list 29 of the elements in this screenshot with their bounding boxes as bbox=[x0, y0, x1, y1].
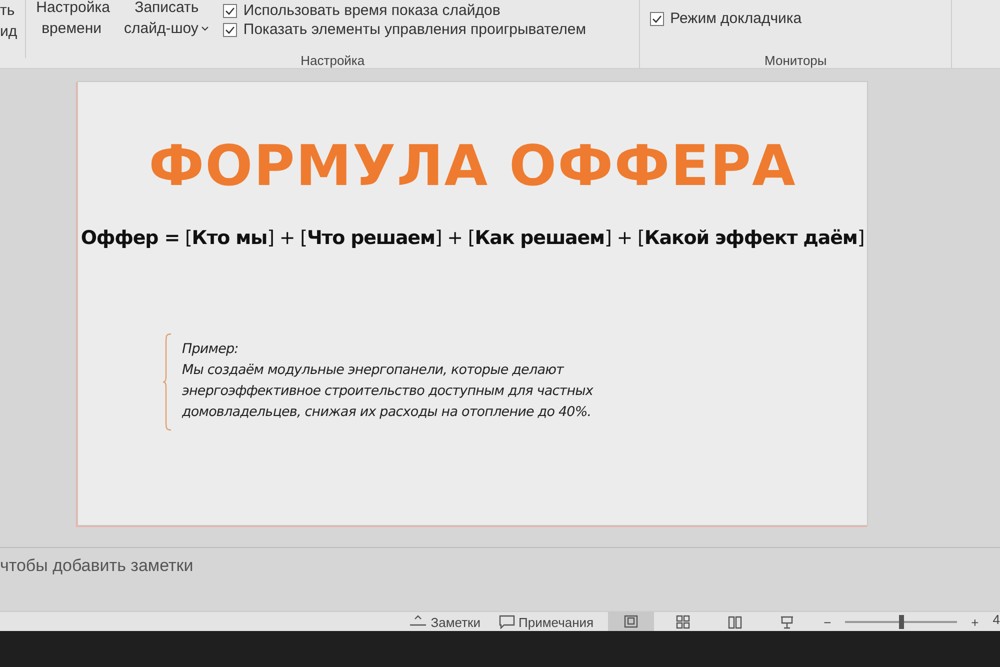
grid-view-icon bbox=[674, 615, 691, 630]
checkbox-box[interactable] bbox=[223, 4, 238, 18]
zoom-out-button[interactable]: − bbox=[820, 612, 836, 632]
formula-text: Оффер = [Кто мы] + [Что решаем] + [Как решаем] + [Какой эффект даём] bbox=[80, 227, 864, 250]
example-text: Мы создаём модульные энергопанели, которые делают энергоэффективное строительство доступным для частных домовладельцев, снижая их расходы на отопление до 40%. bbox=[182, 361, 594, 422]
checkbox-label: Использовать время показа слайдов bbox=[243, 2, 500, 19]
comment-icon bbox=[498, 615, 515, 630]
ribbon-button[interactable]: Записать слайд-шоу bbox=[124, 0, 210, 41]
group-label: Мониторы bbox=[764, 53, 827, 68]
ribbon-label: ть bbox=[0, 1, 16, 21]
ribbon-label: ид bbox=[0, 22, 18, 42]
zoom-in-button[interactable]: + bbox=[967, 612, 983, 632]
zoom-thumb[interactable] bbox=[899, 615, 904, 630]
book-icon bbox=[726, 615, 743, 630]
comments-button[interactable]: Примечания bbox=[494, 612, 598, 632]
checkbox-box[interactable] bbox=[223, 22, 238, 36]
example-label: Пример: bbox=[182, 340, 240, 360]
checkbox[interactable]: Использовать время показа слайдов bbox=[223, 2, 586, 19]
slide-title: ФОРМУЛА ОФФЕРА bbox=[148, 134, 796, 200]
group-label: Настройка bbox=[300, 53, 365, 68]
zoom-value: 4 bbox=[992, 612, 1000, 628]
presentation-icon bbox=[778, 615, 795, 630]
ribbon-button[interactable]: Настройка времени bbox=[36, 0, 110, 41]
notes-placeholder[interactable]: чтобы добавить заметки bbox=[0, 556, 194, 576]
notes-button[interactable]: Заметки bbox=[404, 612, 485, 632]
checkbox-box[interactable] bbox=[650, 12, 664, 26]
view-button[interactable] bbox=[608, 612, 654, 632]
caret-icon bbox=[201, 26, 210, 32]
normal-view-icon bbox=[622, 615, 639, 630]
